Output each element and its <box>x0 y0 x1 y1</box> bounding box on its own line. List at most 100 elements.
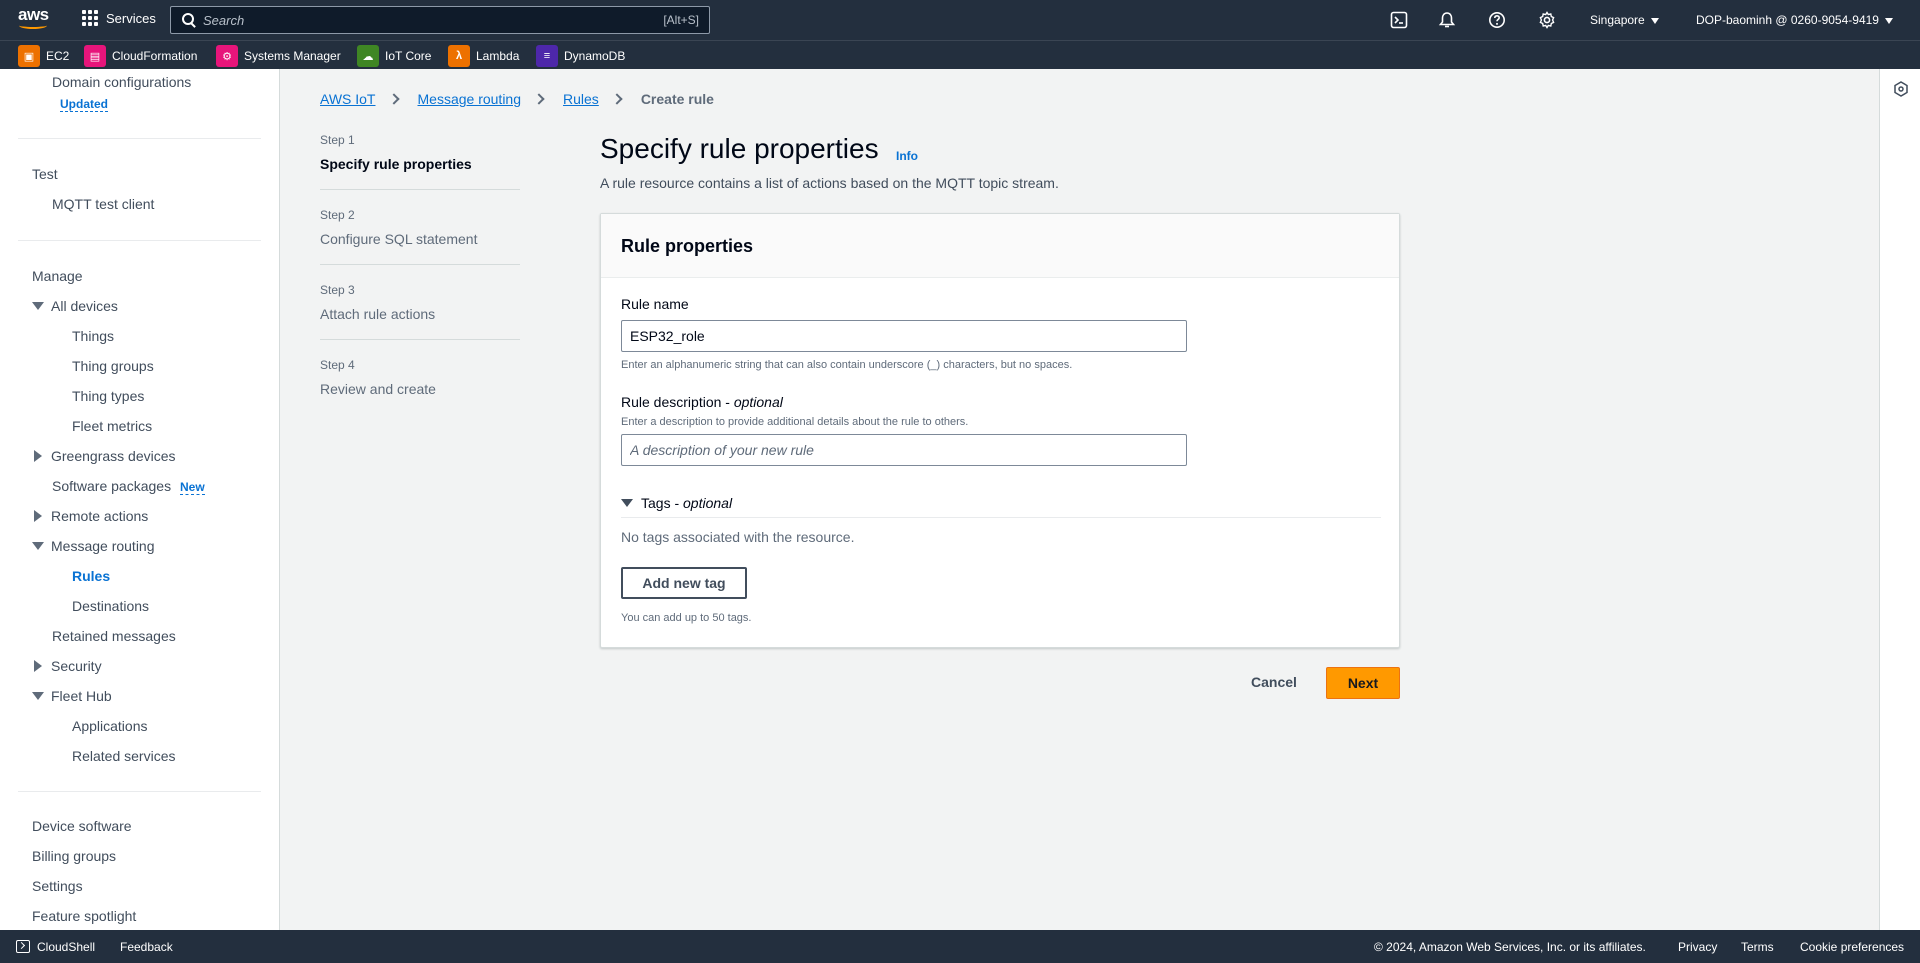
next-button[interactable]: Next <box>1326 667 1400 699</box>
cloudformation-icon: ▤ <box>84 45 106 67</box>
services-menu-button[interactable]: Services <box>82 10 156 26</box>
footer-feedback[interactable]: Feedback <box>120 940 173 954</box>
dynamodb-icon: ≡ <box>536 45 558 67</box>
sidebar-divider <box>18 138 261 139</box>
sidebar-item-fleet-metrics[interactable]: Fleet metrics <box>72 418 152 434</box>
tags-divider <box>621 517 1381 518</box>
card-title: Rule properties <box>621 236 754 256</box>
tags-label: Tags - optional <box>641 495 732 511</box>
sidebar-item-software-packages[interactable]: Software packages <box>52 478 171 494</box>
rule-name-label: Rule name <box>621 296 689 312</box>
expand-down-icon[interactable] <box>32 692 44 700</box>
favorite-ec2[interactable]: ▣ EC2 <box>18 45 69 67</box>
search-input[interactable] <box>203 7 623 33</box>
favorite-systems-manager[interactable]: ⚙ Systems Manager <box>216 45 341 67</box>
sidebar-section-manage[interactable]: Manage <box>32 268 83 284</box>
lambda-icon: λ <box>448 45 470 67</box>
favorites-bar: ▣ EC2 ▤ CloudFormation ⚙ Systems Manager… <box>0 40 1920 69</box>
sidebar-item-settings[interactable]: Settings <box>32 878 83 894</box>
optional-label: optional <box>733 394 783 410</box>
updated-badge[interactable]: Updated <box>60 97 108 112</box>
wizard-step-2[interactable]: Step 2 Configure SQL statement <box>320 208 520 247</box>
step-label: Step 2 <box>320 208 355 222</box>
sidebar-item-message-routing[interactable]: Message routing <box>51 538 155 554</box>
account-menu[interactable]: DOP-baominh @ 0260-9054-9419 <box>1696 13 1893 27</box>
expand-down-icon[interactable] <box>32 542 44 550</box>
sidebar-item-remote-actions[interactable]: Remote actions <box>51 508 148 524</box>
sidebar-item-things[interactable]: Things <box>72 328 114 344</box>
aws-logo-text: aws <box>18 5 49 24</box>
step-divider <box>320 264 520 265</box>
rule-name-input[interactable] <box>621 320 1187 352</box>
tags-limit-hint: You can add up to 50 tags. <box>621 612 752 624</box>
rule-name-hint: Enter an alphanumeric string that can al… <box>621 359 1073 371</box>
sidebar-divider <box>18 791 261 792</box>
page-title: Specify rule properties <box>600 133 879 164</box>
sidebar-item-related-services[interactable]: Related services <box>72 748 176 764</box>
sidebar-item-fleet-hub[interactable]: Fleet Hub <box>51 688 112 704</box>
breadcrumb: AWS IoT Message routing Rules Create rul… <box>320 91 714 107</box>
add-new-tag-button[interactable]: Add new tag <box>621 567 747 599</box>
settings-gear-icon[interactable] <box>1538 11 1556 29</box>
expand-down-icon[interactable] <box>32 302 44 310</box>
step-title: Configure SQL statement <box>320 231 478 247</box>
rule-description-hint: Enter a description to provide additiona… <box>621 416 969 428</box>
help-panel-icon[interactable] <box>1893 81 1909 97</box>
sidebar-item-thing-groups[interactable]: Thing groups <box>72 358 154 374</box>
notifications-bell-icon[interactable] <box>1438 11 1456 29</box>
favorite-iot-core[interactable]: ☁ IoT Core <box>357 45 431 67</box>
footer-cookie-preferences[interactable]: Cookie preferences <box>1800 940 1904 954</box>
favorite-dynamodb[interactable]: ≡ DynamoDB <box>536 45 625 67</box>
favorite-cloudformation[interactable]: ▤ CloudFormation <box>84 45 197 67</box>
iot-core-icon: ☁ <box>357 45 379 67</box>
ec2-icon: ▣ <box>18 45 40 67</box>
step-divider <box>320 189 520 190</box>
page-description: A rule resource contains a list of actio… <box>600 175 1059 191</box>
breadcrumb-message-routing[interactable]: Message routing <box>418 91 522 107</box>
aws-logo[interactable]: aws <box>18 5 50 32</box>
sidebar-item-all-devices[interactable]: All devices <box>51 298 118 314</box>
cancel-button[interactable]: Cancel <box>1242 666 1306 698</box>
new-badge[interactable]: New <box>180 480 205 495</box>
cloudshell-icon[interactable] <box>16 940 30 953</box>
sidebar-item-mqtt-test-client[interactable]: MQTT test client <box>52 196 154 212</box>
sidebar-item-thing-types[interactable]: Thing types <box>72 388 144 404</box>
info-link[interactable]: Info <box>896 149 918 163</box>
region-selector[interactable]: Singapore <box>1590 13 1659 27</box>
sidebar-item-destinations[interactable]: Destinations <box>72 598 149 614</box>
sidebar-item-domain-configurations[interactable]: Domain configurations <box>52 74 191 90</box>
cloudshell-icon[interactable] <box>1390 11 1408 29</box>
step-title: Specify rule properties <box>320 156 472 172</box>
sidebar-item-greengrass-devices[interactable]: Greengrass devices <box>51 448 176 464</box>
tags-section-toggle[interactable]: Tags - optional <box>621 495 732 511</box>
rule-description-label-text: Rule description - <box>621 394 734 410</box>
wizard-step-3[interactable]: Step 3 Attach rule actions <box>320 283 520 322</box>
sidebar-item-billing-groups[interactable]: Billing groups <box>32 848 116 864</box>
sidebar-divider <box>18 240 261 241</box>
sidebar-item-security[interactable]: Security <box>51 658 102 674</box>
services-grid-icon <box>82 10 98 26</box>
search-icon <box>182 13 194 25</box>
sidebar-item-applications[interactable]: Applications <box>72 718 148 734</box>
expand-right-icon[interactable] <box>34 510 42 522</box>
breadcrumb-aws-iot[interactable]: AWS IoT <box>320 91 376 107</box>
favorite-label: IoT Core <box>385 49 432 63</box>
sidebar-item-device-software[interactable]: Device software <box>32 818 132 834</box>
sidebar-item-rules[interactable]: Rules <box>72 568 110 584</box>
footer-cloudshell[interactable]: CloudShell <box>37 940 95 954</box>
sidebar-item-retained-messages[interactable]: Retained messages <box>52 628 176 644</box>
rule-description-input[interactable] <box>621 434 1187 466</box>
help-icon[interactable] <box>1488 11 1506 29</box>
favorite-lambda[interactable]: λ Lambda <box>448 45 519 67</box>
footer-terms[interactable]: Terms <box>1741 940 1774 954</box>
breadcrumb-rules[interactable]: Rules <box>563 91 599 107</box>
expand-right-icon[interactable] <box>34 660 42 672</box>
sidebar-section-test[interactable]: Test <box>32 166 58 182</box>
expand-right-icon[interactable] <box>34 450 42 462</box>
search-box: [Alt+S] <box>170 6 710 34</box>
footer-privacy[interactable]: Privacy <box>1678 940 1717 954</box>
wizard-step-4[interactable]: Step 4 Review and create <box>320 358 520 397</box>
sidebar-item-feature-spotlight[interactable]: Feature spotlight <box>32 908 136 924</box>
rule-description-label: Rule description - optional <box>621 394 783 410</box>
chevron-down-icon <box>1884 17 1893 24</box>
